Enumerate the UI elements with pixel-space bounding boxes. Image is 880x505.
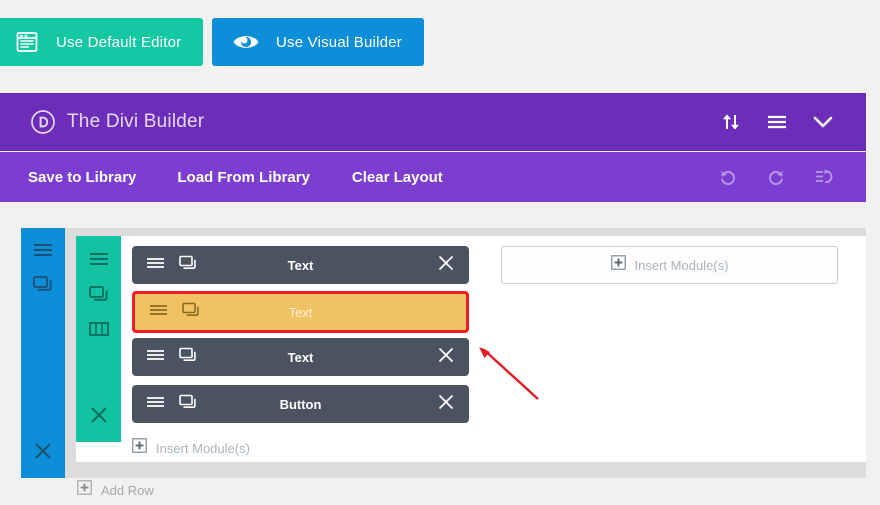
row-container: Text Text Text Button Insert Module(s) I…	[76, 236, 866, 462]
add-row-label: Add Row	[101, 482, 154, 498]
load-from-library-button[interactable]: Load From Library	[177, 169, 310, 186]
module-settings-hamburger-settings-icon[interactable]	[146, 395, 165, 414]
sort-arrows-icon[interactable]	[708, 93, 754, 151]
section-toolbar	[21, 228, 65, 478]
module-row[interactable]: Button	[132, 385, 469, 423]
insert-modules-button[interactable]: Insert Module(s)	[501, 246, 838, 284]
section-settings-hamburger-settings-icon[interactable]	[33, 242, 53, 263]
builder-toolbar: Save to Library Load From Library Clear …	[0, 152, 866, 202]
builder-header-icons	[708, 93, 866, 151]
document-editor-icon	[16, 31, 38, 53]
row-settings-hamburger-settings-icon[interactable]	[89, 251, 109, 272]
builder-canvas: Text Text Text Button Insert Module(s) I…	[0, 202, 880, 505]
divi-builder-screen: Use Default Editor Use Visual Builder Th…	[0, 0, 880, 505]
section-close-icon[interactable]	[33, 441, 53, 466]
save-to-library-button[interactable]: Save to Library	[28, 169, 136, 186]
module-clone-icon[interactable]	[179, 394, 198, 415]
section-clone-icon[interactable]	[33, 275, 53, 298]
module-settings-hamburger-settings-icon[interactable]	[146, 348, 165, 367]
use-visual-builder-button[interactable]: Use Visual Builder	[212, 18, 424, 66]
row-close-icon[interactable]	[89, 405, 109, 430]
plus-square-icon	[132, 438, 147, 458]
insert-modules-inline-label: Insert Module(s)	[156, 440, 250, 456]
row-toolbar	[76, 236, 121, 442]
module-settings-hamburger-settings-icon[interactable]	[149, 303, 168, 322]
page-title: The Divi Builder	[67, 111, 205, 132]
module-close-icon[interactable]	[437, 346, 455, 369]
redo-icon[interactable]	[752, 152, 800, 202]
hamburger-menu-icon[interactable]	[754, 93, 800, 151]
row-columns-icon[interactable]	[88, 321, 109, 342]
module-close-icon[interactable]	[437, 393, 455, 416]
eye-icon	[232, 32, 260, 52]
plus-square-icon	[610, 255, 626, 275]
plus-square-icon	[77, 480, 92, 500]
column-left: Text Text Text Button	[132, 246, 469, 432]
row-clone-icon[interactable]	[88, 285, 109, 308]
builder-header: The Divi Builder	[0, 93, 866, 151]
module-clone-icon[interactable]	[182, 302, 201, 323]
insert-modules-label: Insert Module(s)	[634, 257, 729, 273]
use-default-editor-button[interactable]: Use Default Editor	[0, 18, 204, 66]
use-default-editor-label: Use Default Editor	[56, 33, 182, 51]
section-container: Text Text Text Button Insert Module(s) I…	[21, 228, 866, 498]
module-row[interactable]: Text	[132, 246, 469, 284]
use-visual-builder-label: Use Visual Builder	[276, 33, 402, 51]
history-icon[interactable]	[800, 152, 848, 202]
chevron-down-icon[interactable]	[800, 93, 846, 151]
module-row[interactable]: Text	[132, 338, 469, 376]
module-settings-hamburger-settings-icon[interactable]	[146, 256, 165, 275]
module-clone-icon[interactable]	[179, 347, 198, 368]
add-row-button[interactable]: Add Row	[77, 480, 154, 500]
undo-icon[interactable]	[704, 152, 752, 202]
module-clone-icon[interactable]	[179, 255, 198, 276]
column-right: Insert Module(s)	[501, 246, 838, 284]
module-close-icon[interactable]	[437, 254, 455, 277]
clear-layout-button[interactable]: Clear Layout	[352, 169, 443, 186]
insert-modules-inline-button[interactable]: Insert Module(s)	[132, 438, 250, 458]
builder-toolbar-icons	[704, 152, 866, 202]
divi-logo-icon	[30, 109, 56, 135]
module-row-selected[interactable]: Text	[132, 291, 469, 333]
